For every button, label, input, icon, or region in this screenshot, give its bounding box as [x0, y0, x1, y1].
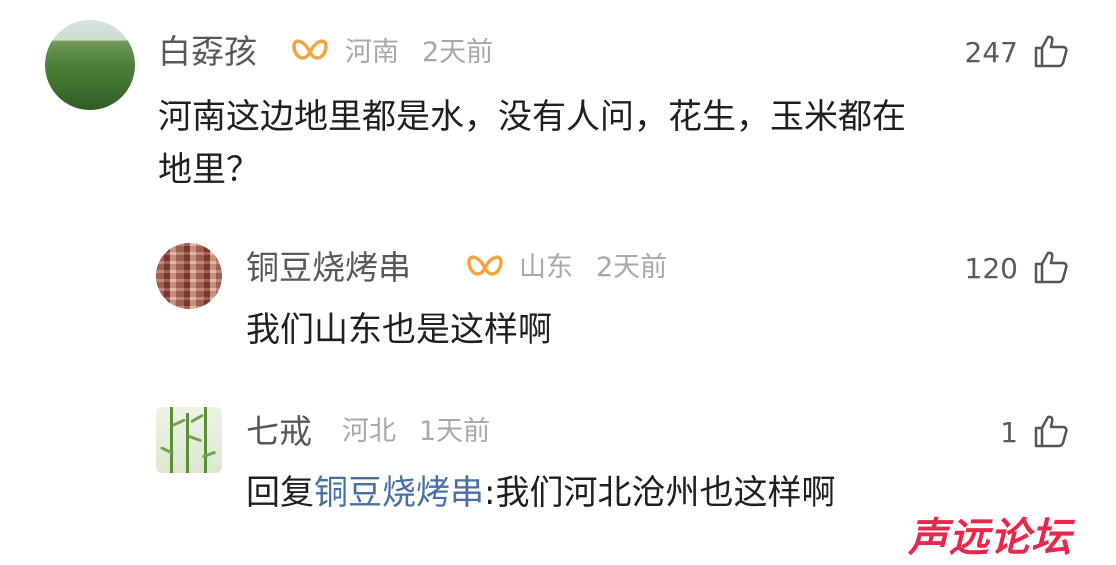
timestamp: 2天前	[596, 252, 668, 283]
like-count: 120	[964, 252, 1018, 285]
avatar[interactable]	[156, 243, 222, 309]
watermark-logo: 声远论坛	[908, 515, 1072, 561]
username[interactable]: 白孬孩	[158, 32, 257, 72]
comment-text: 河南这边地里都是水，没有人问，花生，玉米都在	[158, 97, 906, 137]
username[interactable]: 七戒	[246, 412, 312, 452]
reply-prefix: 回复	[246, 473, 314, 513]
vip-badge-icon	[467, 255, 503, 276]
thumbs-up-icon[interactable]	[1033, 33, 1069, 69]
avatar[interactable]	[156, 407, 222, 473]
timestamp: 2天前	[422, 37, 494, 68]
comment-text: 回复铜豆烧烤串:我们河北沧州也这样啊	[246, 468, 835, 518]
avatar[interactable]	[45, 20, 135, 110]
comment-text: 地里？	[158, 150, 260, 190]
thumbs-up-icon[interactable]	[1033, 413, 1069, 449]
vip-badge-icon	[292, 39, 328, 60]
reply-to-user-link[interactable]: 铜豆烧烤串	[314, 473, 484, 513]
like-count: 1	[1000, 416, 1018, 449]
location: 河南	[345, 37, 399, 68]
location: 河北	[342, 416, 396, 447]
username[interactable]: 铜豆烧烤串	[246, 248, 411, 288]
like-count: 247	[964, 36, 1018, 69]
reply-text: :我们河北沧州也这样啊	[484, 473, 836, 513]
thumbs-up-icon[interactable]	[1033, 249, 1069, 285]
timestamp: 1天前	[419, 416, 491, 447]
location: 山东	[519, 252, 573, 283]
comment-text: 我们山东也是这样啊	[246, 310, 552, 350]
